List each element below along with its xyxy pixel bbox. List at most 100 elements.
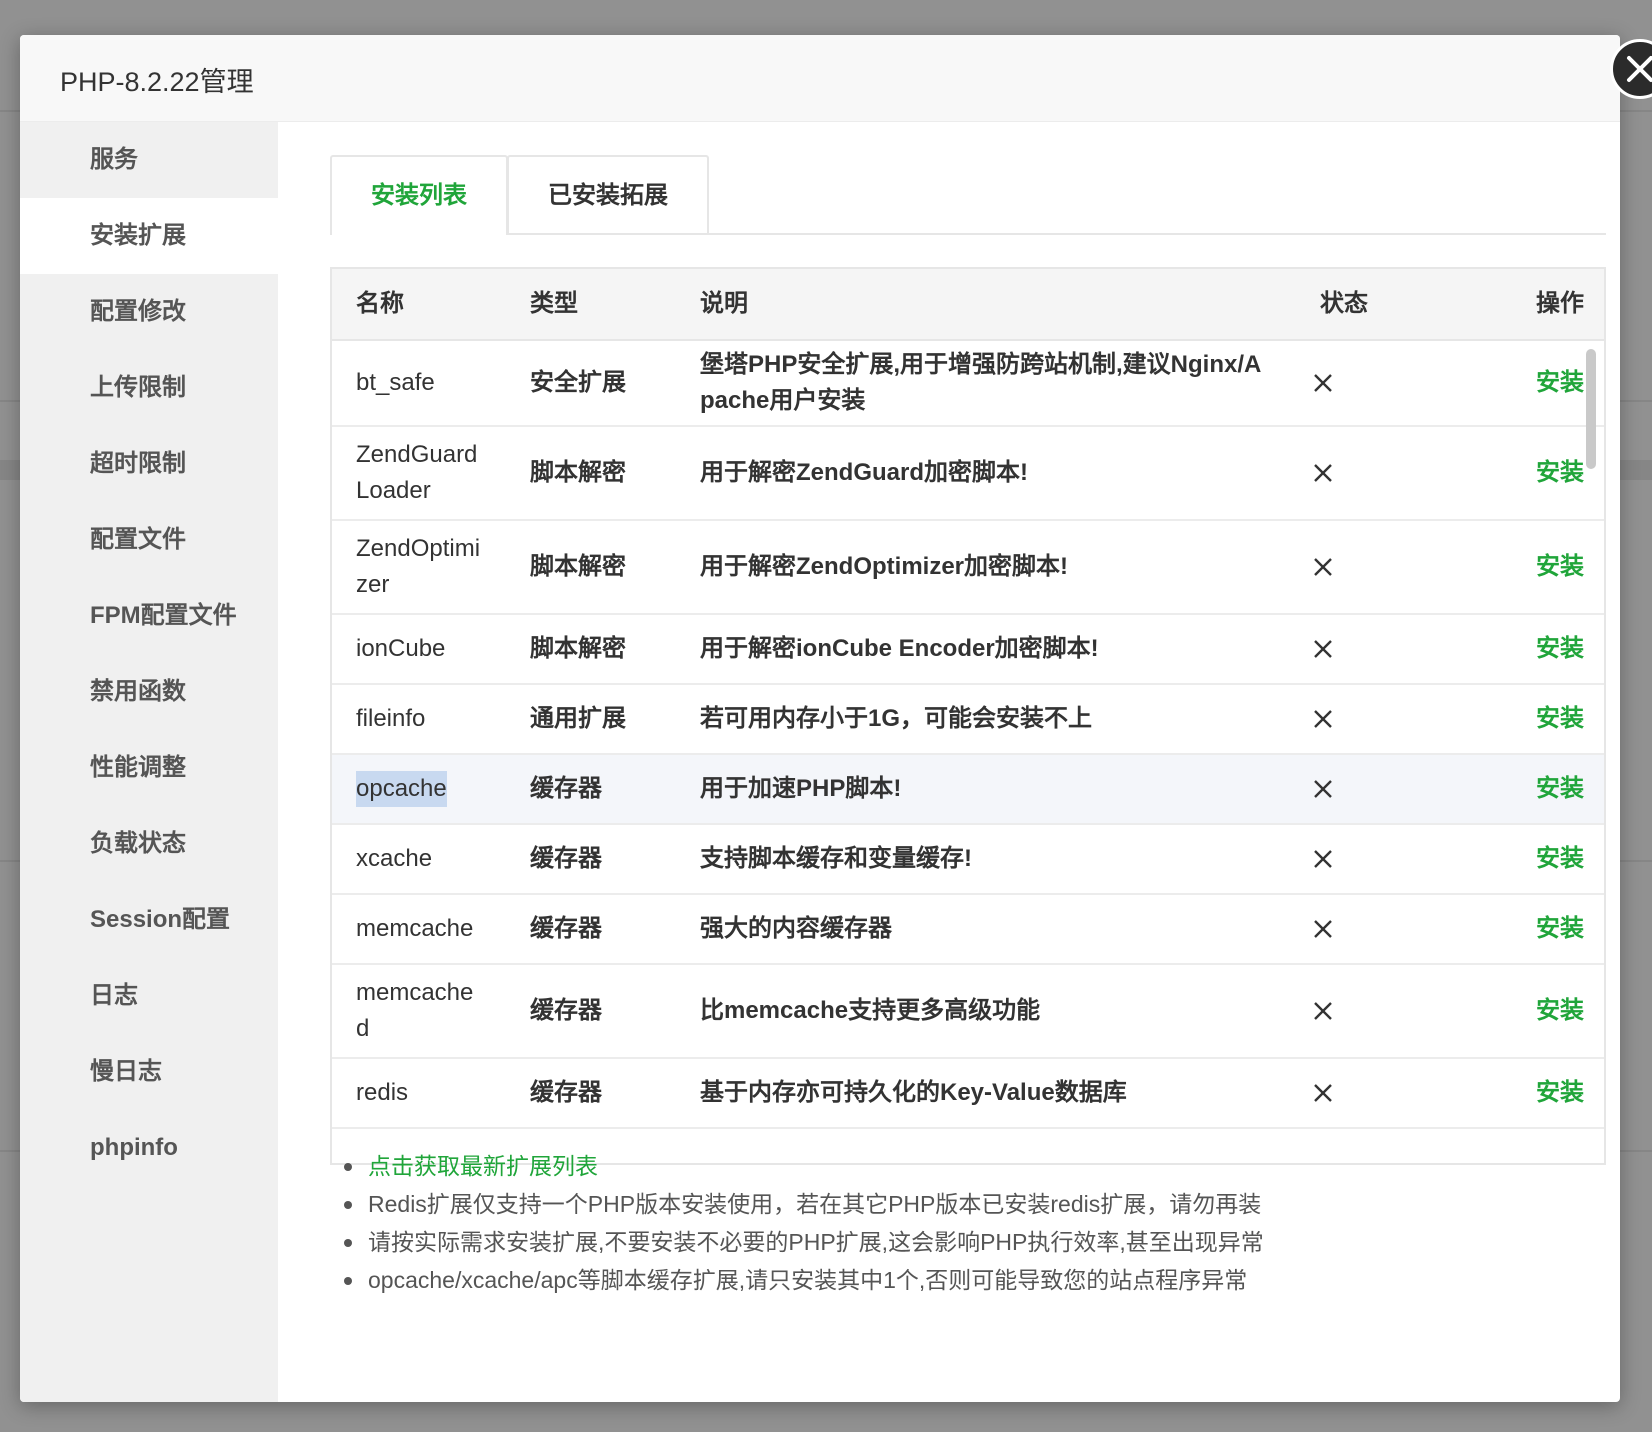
dialog-header: PHP-8.2.22管理 (20, 35, 1620, 122)
status-not-installed-icon (1312, 1059, 1372, 1127)
install-link[interactable]: 安装 (1484, 427, 1588, 519)
extension-name: ionCube (356, 635, 446, 662)
sidebar-item[interactable]: 禁用函数 (20, 654, 278, 730)
header-desc: 说明 (700, 290, 748, 317)
table-body: bt_safe 安全扩展 堡塔PHP安全扩展,用于增强防跨站机制,建议Nginx/A… (332, 341, 1604, 1163)
cell-name: ZendOptimizer (356, 521, 506, 613)
notes-list: 点击获取最新扩展列表 Redis扩展仅支持一个PHP版本安装使用，若在其它PHP版… (330, 1147, 1610, 1299)
note-text: 请按实际需求安装扩展,不要安装不必要的PHP扩展,这会影响PHP执行效率,甚至出… (368, 1229, 1264, 1255)
sidebar-item[interactable]: 负载状态 (20, 806, 278, 882)
install-link[interactable]: 安装 (1484, 521, 1588, 613)
sidebar-item[interactable]: Session配置 (20, 882, 278, 958)
status-not-installed-icon (1312, 965, 1372, 1057)
bullet-icon (344, 1201, 352, 1209)
status-not-installed-icon (1312, 341, 1372, 425)
table-row: memcached 缓存器 比memcache支持更多高级功能 安装 (332, 965, 1604, 1059)
dialog-title: PHP-8.2.22管理 (60, 67, 254, 97)
install-link[interactable]: 安装 (1484, 755, 1588, 823)
table-scrollbar[interactable] (1586, 349, 1596, 469)
table-row: ZendOptimizer 脚本解密 用于解密ZendOptimizer加密脚本! 安… (332, 521, 1604, 615)
cell-name: bt_safe (356, 341, 506, 425)
note-item: 请按实际需求安装扩展,不要安装不必要的PHP扩展,这会影响PHP执行效率,甚至出… (330, 1223, 1610, 1261)
table-row: opcache 缓存器 用于加速PHP脚本! 安装 (332, 755, 1604, 825)
bullet-icon (344, 1277, 352, 1285)
sidebar-item[interactable]: 服务 (20, 122, 278, 198)
cell-name: redis (356, 1059, 506, 1127)
cell-type: 脚本解密 (530, 553, 626, 580)
cell-type: 通用扩展 (530, 705, 626, 732)
cell-type: 安全扩展 (530, 369, 626, 396)
extension-name: opcache (356, 771, 447, 807)
install-link[interactable]: 安装 (1484, 615, 1588, 683)
status-not-installed-icon (1312, 615, 1372, 683)
install-link[interactable]: 安装 (1484, 341, 1588, 425)
cell-description: 比memcache支持更多高级功能 (700, 997, 1041, 1024)
table-row: bt_safe 安全扩展 堡塔PHP安全扩展,用于增强防跨站机制,建议Nginx/A… (332, 341, 1604, 427)
sidebar-item[interactable]: FPM配置文件 (20, 578, 278, 654)
status-not-installed-icon (1312, 685, 1372, 753)
status-not-installed-icon (1312, 895, 1372, 963)
cell-name: memcache (356, 895, 506, 963)
header-type: 类型 (530, 290, 578, 317)
cell-name: opcache (356, 755, 506, 823)
table-row: xcache 缓存器 支持脚本缓存和变量缓存! 安装 (332, 825, 1604, 895)
cell-description: 强大的内容缓存器 (700, 915, 892, 942)
cell-description: 支持脚本缓存和变量缓存! (700, 845, 972, 872)
cell-description: 基于内存亦可持久化的Key-Value数据库 (700, 1079, 1127, 1106)
cell-description: 若可用内存小于1G，可能会安装不上 (700, 705, 1093, 732)
sidebar-item[interactable]: 日志 (20, 958, 278, 1034)
sidebar-item[interactable]: 慢日志 (20, 1034, 278, 1110)
extension-name: memcached (356, 979, 474, 1042)
sidebar-item[interactable]: 超时限制 (20, 426, 278, 502)
tab-install-list[interactable]: 安装列表 (330, 155, 508, 235)
note-text: Redis扩展仅支持一个PHP版本安装使用，若在其它PHP版本已安装redis扩… (368, 1191, 1262, 1217)
sidebar: 服务 安装扩展 配置修改 上传限制 超时限制 配置文件 FPM配置文件 禁用函数 性能调整 负载状… (20, 122, 278, 1402)
note-text: 点击获取最新扩展列表 (368, 1153, 598, 1179)
sidebar-item[interactable]: phpinfo (20, 1110, 278, 1186)
cell-description: 用于解密ionCube Encoder加密脚本! (700, 635, 1099, 662)
cell-description: 用于加速PHP脚本! (700, 775, 902, 802)
sidebar-item[interactable]: 配置修改 (20, 274, 278, 350)
refresh-extension-list-link[interactable]: 点击获取最新扩展列表 (330, 1147, 1610, 1185)
note-item: opcache/xcache/apc等脚本缓存扩展,请只安装其中1个,否则可能导… (330, 1261, 1610, 1299)
install-link[interactable]: 安装 (1484, 685, 1588, 753)
cell-description: 堡塔PHP安全扩展,用于增强防跨站机制,建议Nginx/Apache用户安装 (700, 351, 1262, 414)
cell-name: memcached (356, 965, 506, 1057)
header-status: 状态 (1320, 290, 1368, 317)
header-op: 操作 (1536, 290, 1584, 317)
sidebar-item[interactable]: 性能调整 (20, 730, 278, 806)
cell-name: fileinfo (356, 685, 506, 753)
sidebar-item[interactable]: 配置文件 (20, 502, 278, 578)
install-link[interactable]: 安装 (1484, 895, 1588, 963)
cell-name: xcache (356, 825, 506, 893)
tab-installed-extensions[interactable]: 已安装拓展 (507, 155, 709, 233)
extensions-table: 名称 类型 说明 状态 操作 bt_safe 安全扩展 堡塔PHP安全扩展,用于增强… (330, 267, 1606, 1165)
table-row: ZendGuardLoader 脚本解密 用于解密ZendGuard加密脚本! 安装 (332, 427, 1604, 521)
note-text: opcache/xcache/apc等脚本缓存扩展,请只安装其中1个,否则可能导… (368, 1267, 1248, 1293)
extension-name: xcache (356, 845, 433, 872)
extension-name: ZendOptimizer (356, 535, 481, 598)
table-row: redis 缓存器 基于内存亦可持久化的Key-Value数据库 安装 (332, 1059, 1604, 1129)
table-header: 名称 类型 说明 状态 操作 (332, 269, 1604, 341)
cell-type: 缓存器 (530, 915, 602, 942)
extension-name: fileinfo (356, 705, 426, 732)
status-not-installed-icon (1312, 825, 1372, 893)
note-item: Redis扩展仅支持一个PHP版本安装使用，若在其它PHP版本已安装redis扩… (330, 1185, 1610, 1223)
install-link[interactable]: 安装 (1484, 825, 1588, 893)
tab-bar: 安装列表 已安装拓展 (330, 155, 1606, 235)
header-name: 名称 (356, 290, 404, 317)
extension-name: memcache (356, 915, 474, 942)
sidebar-item[interactable]: 上传限制 (20, 350, 278, 426)
cell-name: ionCube (356, 615, 506, 683)
bullet-icon (344, 1163, 352, 1171)
table-row: fileinfo 通用扩展 若可用内存小于1G，可能会安装不上 安装 (332, 685, 1604, 755)
cell-type: 脚本解密 (530, 459, 626, 486)
table-row: memcache 缓存器 强大的内容缓存器 安装 (332, 895, 1604, 965)
sidebar-item[interactable]: 安装扩展 (20, 198, 278, 274)
cell-type: 缓存器 (530, 1079, 602, 1106)
cell-name: ZendGuardLoader (356, 427, 506, 519)
install-link[interactable]: 安装 (1484, 1059, 1588, 1127)
extension-name: bt_safe (356, 369, 435, 396)
install-link[interactable]: 安装 (1484, 965, 1588, 1057)
php-manager-dialog: PHP-8.2.22管理 服务 安装扩展 配置修改 上传限制 超时限制 配置文件 FPM配置… (20, 35, 1652, 1402)
